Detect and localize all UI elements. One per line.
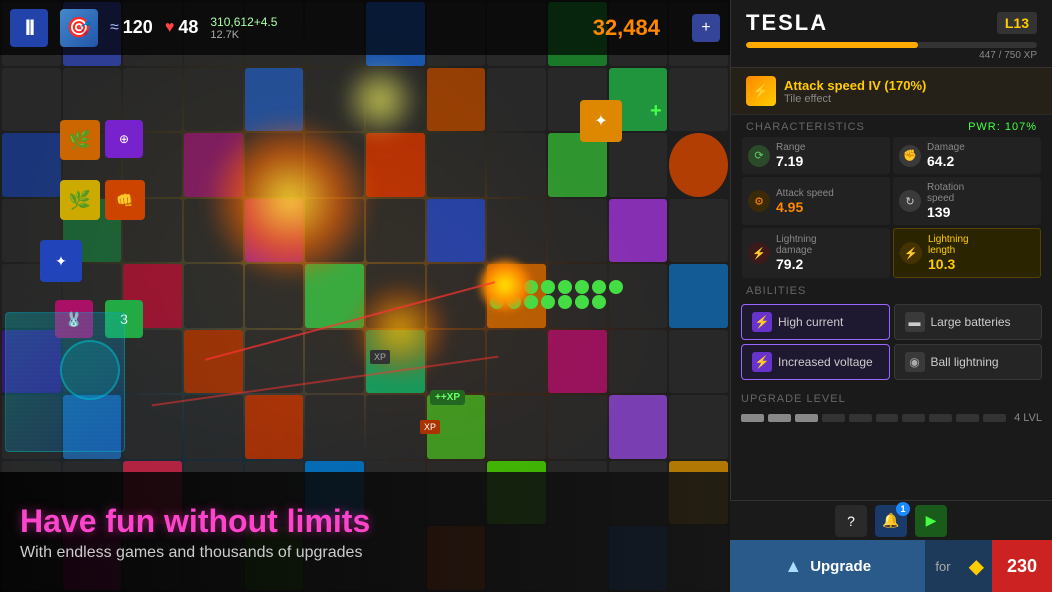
xp-label: 447 / 750 XP — [746, 50, 1037, 61]
damage-icon: ✊ — [899, 145, 921, 167]
hud-lives-stat: ♥ 48 — [165, 17, 199, 38]
hud-wave-stat: ≈ 120 — [110, 17, 153, 38]
range-value: 7.19 — [776, 153, 884, 169]
high-current-icon: ⚡ — [752, 312, 772, 332]
right-panel: TESLA L13 447 / 750 XP ⚡ Attack speed IV… — [730, 0, 1052, 592]
pwr-badge: PWR: 107% — [968, 121, 1037, 133]
game-creature — [5, 312, 125, 452]
tower-name-row: TESLA L13 — [746, 10, 1037, 36]
upgrade-button[interactable]: ▲ Upgrade — [730, 540, 925, 592]
game-tile-icon-1: 🌿 — [60, 120, 100, 160]
tower-name: TESLA — [746, 10, 828, 36]
xp-label-1: XP — [370, 350, 390, 364]
stat-damage: ✊ Damage 64.2 — [893, 137, 1041, 174]
attack-speed-icon: ⚙ — [748, 190, 770, 212]
stat-lightning-damage: ⚡ Lightningdamage 79.2 — [742, 228, 890, 278]
large-batteries-icon: ▬ — [905, 312, 925, 332]
game-tile-icon-7: ⊕ — [105, 120, 143, 158]
lightning-length-value: 10.3 — [928, 256, 1034, 272]
cost-gem-icon: ◆ — [961, 540, 992, 592]
characteristics-section-label: CHARACTERISTICS PWR: 107% — [731, 115, 1052, 136]
ability-increased-voltage[interactable]: ⚡ Increased voltage — [741, 344, 890, 380]
game-tile-icon-3: ✦ — [40, 240, 82, 282]
top-hud: II 🎯 ≈ 120 ♥ 48 310,612+4.5 12.7K 32,484… — [0, 0, 730, 55]
notification-icon-btn[interactable]: 🔔 1 — [875, 505, 907, 537]
tile-effect-row: ⚡ Attack speed IV (170%) Tile effect — [731, 68, 1052, 115]
tile-effect-sub: Tile effect — [784, 93, 926, 105]
upgrade-lvl-number: 4 LVL — [1014, 412, 1042, 424]
banner-title: Have fun without limits — [20, 502, 710, 540]
pause-button[interactable]: II — [10, 9, 48, 47]
stat-attack-speed: ⚙ Attack speed 4.95 — [742, 177, 890, 225]
stat-lightning-length: ⚡ Lightninglength 10.3 — [893, 228, 1041, 278]
xp-bar-container — [746, 42, 1037, 48]
game-tile-icon-2: 🌿 — [60, 180, 100, 220]
abilities-section-label: ABILITIES — [731, 279, 1052, 300]
tower-level: L13 — [997, 12, 1037, 34]
ability-high-current-label: High current — [778, 315, 843, 329]
abilities-grid: ⚡ High current ▬ Large batteries ⚡ Incre… — [731, 300, 1052, 384]
upgrade-section: UPGRADE LEVEL 4 LVL — [731, 384, 1052, 432]
upgrade-cost-section: for ◆ 230 — [925, 540, 1052, 592]
hud-score: 32,484 — [593, 15, 660, 41]
xp-label-2: XP — [420, 420, 440, 434]
upgrade-row: ▲ Upgrade for ◆ 230 — [730, 540, 1052, 592]
play-icon-btn[interactable]: ▶ — [915, 505, 947, 537]
lightning-damage-value: 79.2 — [776, 256, 884, 272]
rotation-speed-icon: ↻ — [899, 190, 921, 212]
ability-ball-lightning[interactable]: ◉ Ball lightning — [894, 344, 1043, 380]
stat-rotation-speed: ↻ Rotationspeed 139 — [893, 177, 1041, 225]
attack-speed-value: 4.95 — [776, 199, 884, 215]
ability-increased-voltage-label: Increased voltage — [778, 355, 873, 369]
lightning-length-icon: ⚡ — [900, 242, 922, 264]
panel-header: TESLA L13 447 / 750 XP — [731, 0, 1052, 68]
tile-effect-icon: ⚡ — [746, 76, 776, 106]
bottom-banner: Have fun without limits With endless gam… — [0, 472, 730, 592]
upgrade-bar-row: 4 LVL — [741, 412, 1042, 424]
xp-bar-fill — [746, 42, 918, 48]
increased-voltage-icon: ⚡ — [752, 352, 772, 372]
upgrade-level-label: UPGRADE LEVEL — [741, 389, 1042, 409]
ability-large-batteries[interactable]: ▬ Large batteries — [894, 304, 1043, 340]
hud-dps-stat: 310,612+4.5 12.7K — [210, 15, 277, 41]
rotation-speed-value: 139 — [927, 204, 1035, 220]
game-tile-icon-6: 👊 — [105, 180, 145, 220]
damage-value: 64.2 — [927, 153, 1035, 169]
plus-button[interactable]: + — [692, 14, 720, 42]
green-plus: + — [650, 100, 662, 123]
help-icon-btn[interactable]: ? — [835, 505, 867, 537]
upgrade-cost-value[interactable]: 230 — [992, 540, 1052, 592]
tile-effect-name: Attack speed IV (170%) — [784, 78, 926, 93]
game-area: 🌿 🌿 ✦ 🐰 3 👊 ⊕ — [0, 0, 730, 592]
ability-large-batteries-label: Large batteries — [931, 315, 1011, 329]
range-icon: ⟳ — [748, 145, 770, 167]
ability-ball-lightning-label: Ball lightning — [931, 355, 999, 369]
xp-plus-badge: ++XP — [430, 390, 465, 405]
stat-range: ⟳ Range 7.19 — [742, 137, 890, 174]
player-icon: 🎯 — [60, 9, 98, 47]
ball-lightning-icon: ◉ — [905, 352, 925, 372]
game-tile-orange-sq: ✦ — [580, 100, 622, 142]
notification-badge: 1 — [896, 502, 910, 516]
banner-subtitle: With endless games and thousands of upgr… — [20, 544, 710, 562]
stats-grid: ⟳ Range 7.19 ✊ Damage 64.2 ⚙ Attack spee… — [731, 136, 1052, 279]
bottom-icons-row: ? 🔔 1 ▶ — [730, 500, 1052, 540]
ability-high-current[interactable]: ⚡ High current — [741, 304, 890, 340]
cost-for-label: for — [925, 540, 960, 592]
lightning-damage-icon: ⚡ — [748, 242, 770, 264]
